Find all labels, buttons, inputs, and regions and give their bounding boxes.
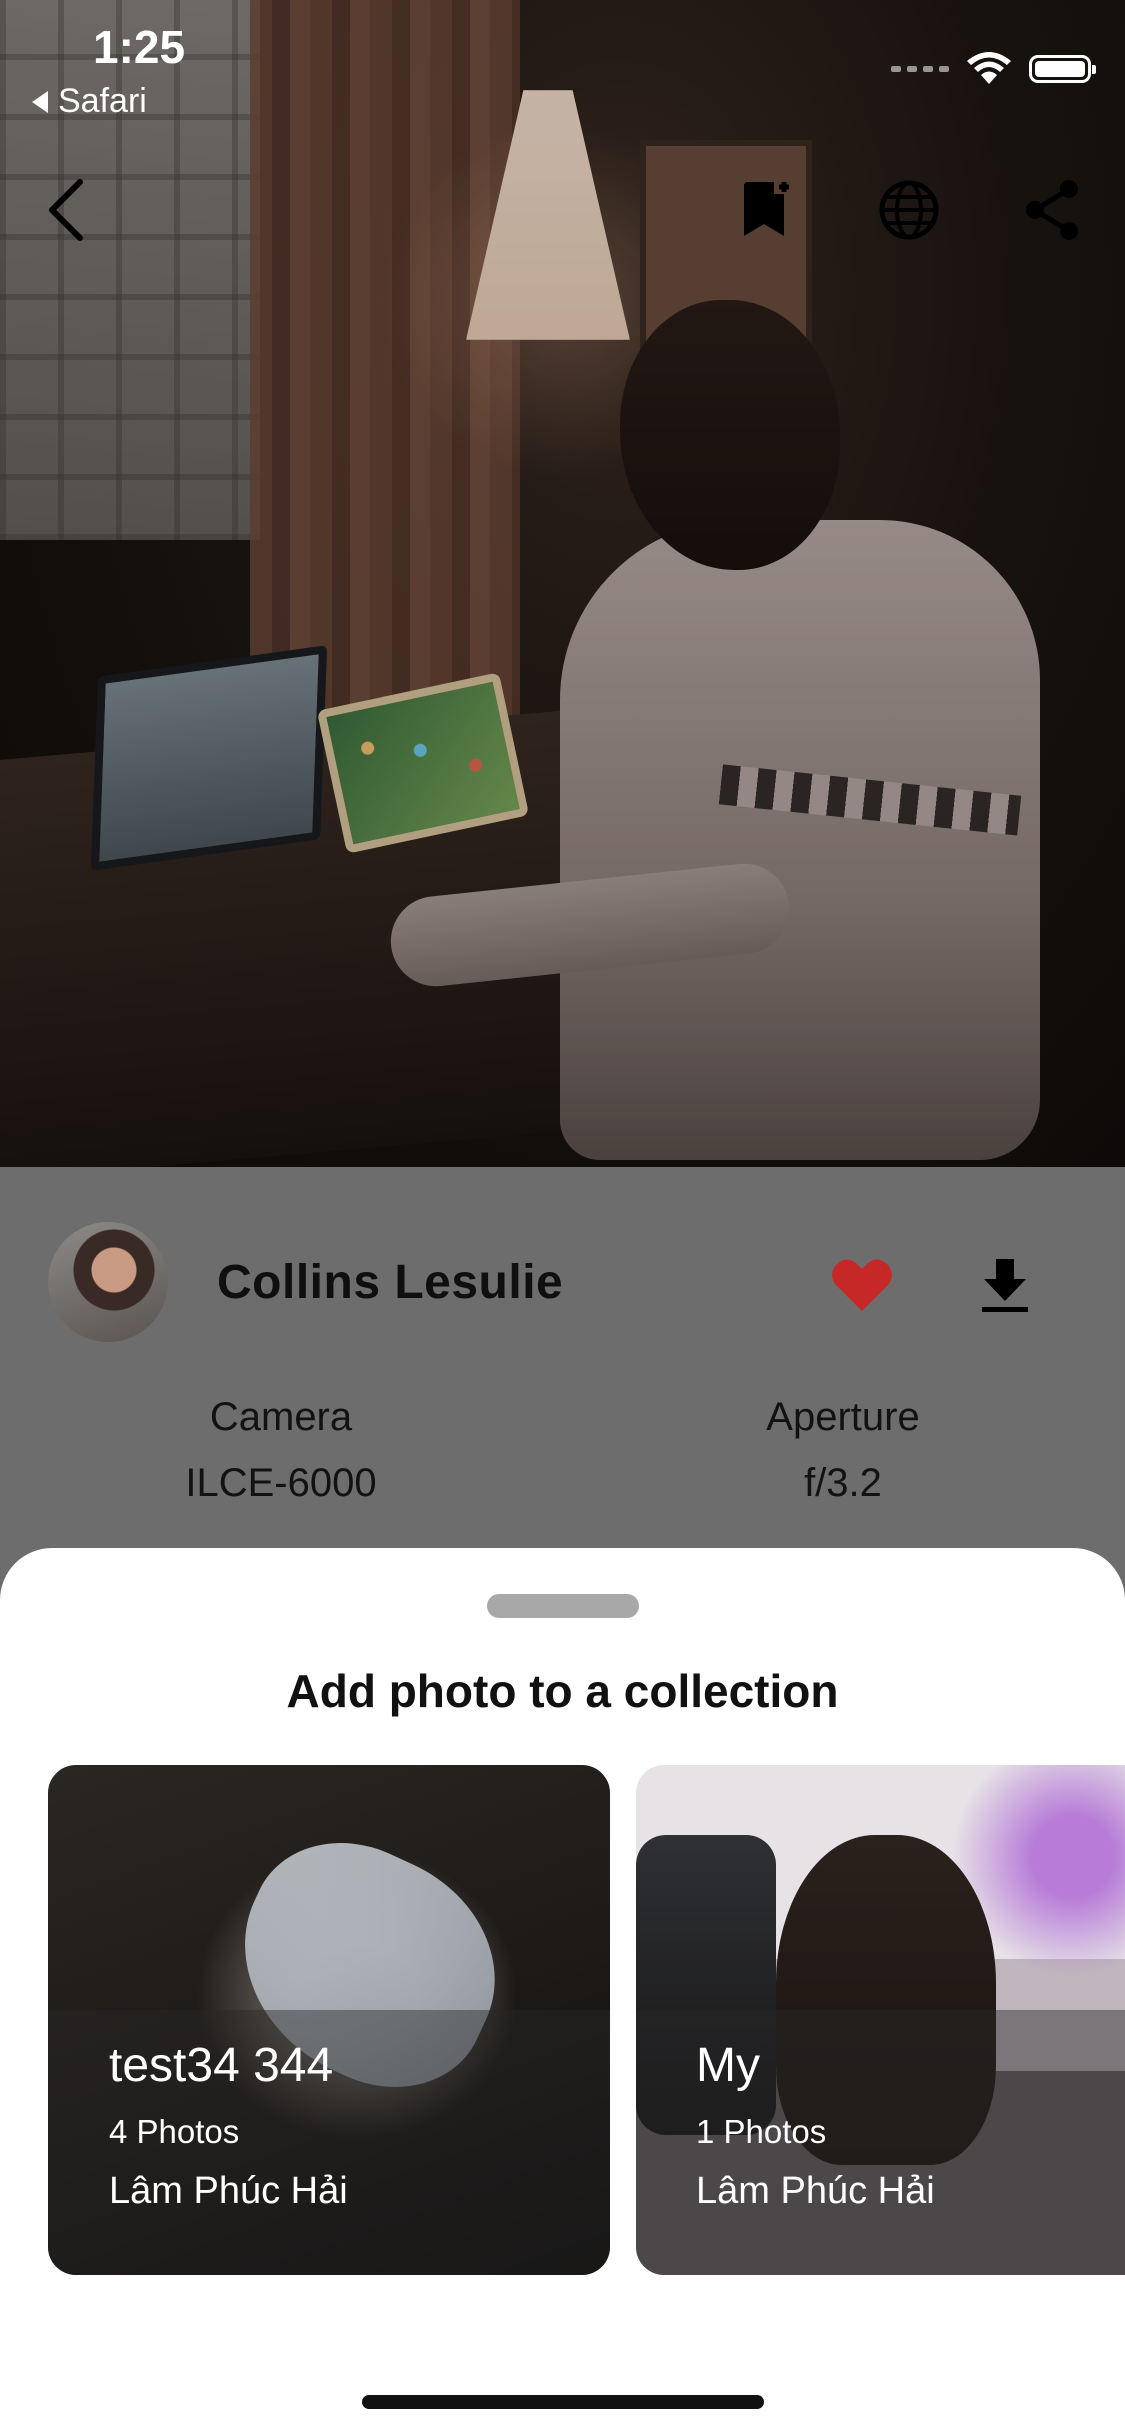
status-indicators (891, 52, 1096, 86)
collection-photo-count: 4 Photos (109, 2113, 240, 2150)
collection-title: My (696, 2039, 760, 2092)
back-button[interactable] (26, 170, 106, 250)
collection-card[interactable]: test34 344 4 Photos Lâm Phúc Hải (48, 1765, 610, 2275)
collection-owner: Lâm Phúc Hải (109, 2170, 348, 2212)
camera-label: Camera (209, 1395, 353, 1439)
bookmark-add-icon (744, 182, 789, 236)
photo-info-panel: Collins Lesulie Camera ILCE-6000 Apertur… (0, 1167, 1125, 1587)
like-button[interactable] (822, 1245, 902, 1325)
globe-button[interactable] (869, 170, 949, 250)
download-icon (982, 1259, 1028, 1312)
status-time: 1:25 (93, 21, 186, 73)
download-button[interactable] (965, 1245, 1045, 1325)
add-to-collection-sheet: Add photo to a collection test34 344 4 P… (0, 1548, 1125, 2436)
status-back-label: Safari (58, 82, 147, 120)
share-icon (1026, 180, 1078, 240)
home-indicator[interactable] (362, 2395, 764, 2409)
wifi-icon (967, 52, 1011, 84)
camera-value: ILCE-6000 (185, 1461, 377, 1505)
collection-photo-count: 1 Photos (696, 2113, 827, 2150)
collection-owner: Lâm Phúc Hải (696, 2170, 935, 2212)
aperture-label: Aperture (766, 1395, 920, 1439)
collection-card[interactable]: My 1 Photos Lâm Phúc Hải (636, 1765, 1125, 2275)
heart-icon (832, 1259, 892, 1311)
photo-shade (0, 0, 1125, 1167)
chevron-left-icon (49, 179, 83, 241)
back-triangle-icon (32, 90, 48, 113)
globe-icon (879, 180, 939, 240)
sheet-drag-handle[interactable] (487, 1594, 639, 1618)
bookmark-button[interactable] (728, 170, 808, 250)
cellular-signal-icon (891, 66, 949, 72)
author-avatar[interactable] (48, 1222, 168, 1342)
hero-photo (0, 0, 1125, 1167)
collection-title: test34 344 (109, 2039, 334, 2092)
share-button[interactable] (1012, 170, 1092, 250)
battery-icon (1029, 55, 1096, 83)
author-name[interactable]: Collins Lesulie (217, 1255, 563, 1310)
aperture-value: f/3.2 (804, 1461, 882, 1505)
status-back-to-app[interactable]: Safari (32, 82, 147, 121)
sheet-title: Add photo to a collection (286, 1665, 839, 1717)
